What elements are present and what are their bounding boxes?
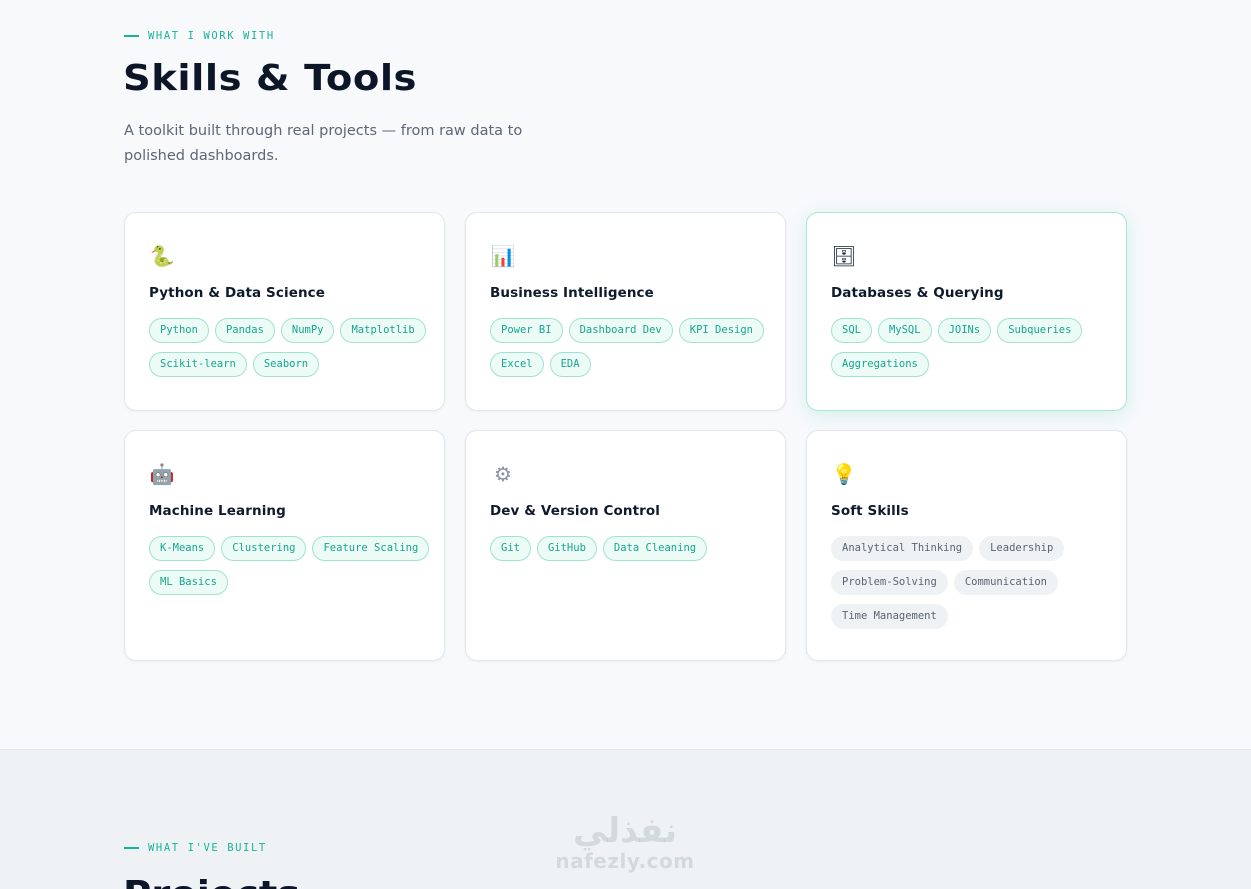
projects-section: WHAT I'VE BUILT Projects نفذلي nafezly.c… [0,749,1251,889]
tag-list: Power BI Dashboard Dev KPI Design Excel … [490,318,772,377]
skill-tag: K-Means [149,536,216,561]
skill-tag: Git [490,536,531,561]
card-title: Databases & Querying [831,285,1004,301]
card-title: Soft Skills [831,503,909,519]
skill-tag: ML Basics [149,570,228,595]
skill-tag: Aggregations [831,352,929,377]
skill-tag: Python [149,318,209,343]
section-title: Projects [123,874,300,889]
skill-tag: Excel [490,352,544,377]
skill-tag: Feature Scaling [312,536,430,561]
skills-section: WHAT I WORK WITH Skills & Tools A toolki… [0,0,1251,749]
tag-list: Analytical Thinking Leadership Problem-S… [831,536,1113,629]
eyebrow-dash [124,35,139,37]
skill-tag: Dashboard Dev [568,318,673,343]
section-eyebrow: WHAT I'VE BUILT [124,842,267,854]
card-title: Machine Learning [149,503,286,519]
watermark-latin: nafezly.com [555,849,695,873]
skill-card-ml: 🤖 Machine Learning K-Means Clustering Fe… [124,430,445,661]
skill-tag: Power BI [490,318,563,343]
tag-list: SQL MySQL JOINs Subqueries Aggregations [831,318,1113,377]
tag-list: K-Means Clustering Feature Scaling ML Ba… [149,536,431,595]
skill-tag: KPI Design [678,318,764,343]
file-cabinet-icon: 🗄 [831,244,857,268]
skill-tag: Leadership [979,536,1065,561]
skill-tag: Pandas [214,318,275,343]
skill-tag: Subqueries [997,318,1083,343]
skill-card-soft: 💡 Soft Skills Analytical Thinking Leader… [806,430,1127,661]
eyebrow-dash [124,847,139,849]
skill-card-dev: ⚙ Dev & Version Control Git GitHub Data … [465,430,786,661]
watermark-logo: نفذلي nafezly.com [550,812,700,872]
section-eyebrow: WHAT I WORK WITH [124,30,275,42]
skill-tag: Data Cleaning [602,536,708,561]
snake-icon: 🐍 [149,244,175,268]
skill-tag: Problem-Solving [831,570,948,595]
section-subtitle: A toolkit built through real projects — … [124,123,523,164]
card-title: Business Intelligence [490,285,654,301]
tag-list: Python Pandas NumPy Matplotlib Scikit-le… [149,318,431,377]
skill-tag: Analytical Thinking [831,536,974,561]
skill-tag: Seaborn [252,352,320,377]
skill-tag: Time Management [831,604,948,629]
skill-card-python: 🐍 Python & Data Science Python Pandas Nu… [124,212,445,411]
bar-chart-icon: 📊 [490,244,516,268]
page-title: Skills & Tools [123,58,418,99]
skill-tag: MySQL [877,318,932,343]
card-title: Python & Data Science [149,285,326,301]
skill-tag: GitHub [536,536,597,561]
light-bulb-icon: 💡 [831,462,857,486]
skill-tag: NumPy [280,318,335,343]
skill-tag: Scikit-learn [149,352,247,377]
skill-tag: Communication [953,570,1059,595]
skill-tag: SQL [831,318,872,343]
eyebrow-text: WHAT I WORK WITH [148,30,275,42]
watermark-arabic: نفذلي [572,811,678,851]
skill-card-bi: 📊 Business Intelligence Power BI Dashboa… [465,212,786,411]
gear-icon: ⚙ [494,462,512,486]
tag-list: Git GitHub Data Cleaning [490,536,772,561]
eyebrow-text: WHAT I'VE BUILT [148,842,267,854]
skill-card-databases: 🗄 Databases & Querying SQL MySQL JOINs S… [806,212,1127,411]
skill-tag: JOINs [937,318,992,343]
robot-icon: 🤖 [149,462,175,486]
skill-tag: EDA [549,352,591,377]
card-title: Dev & Version Control [490,503,661,519]
skill-tag: Clustering [221,536,307,561]
skill-tag: Matplotlib [340,318,426,343]
